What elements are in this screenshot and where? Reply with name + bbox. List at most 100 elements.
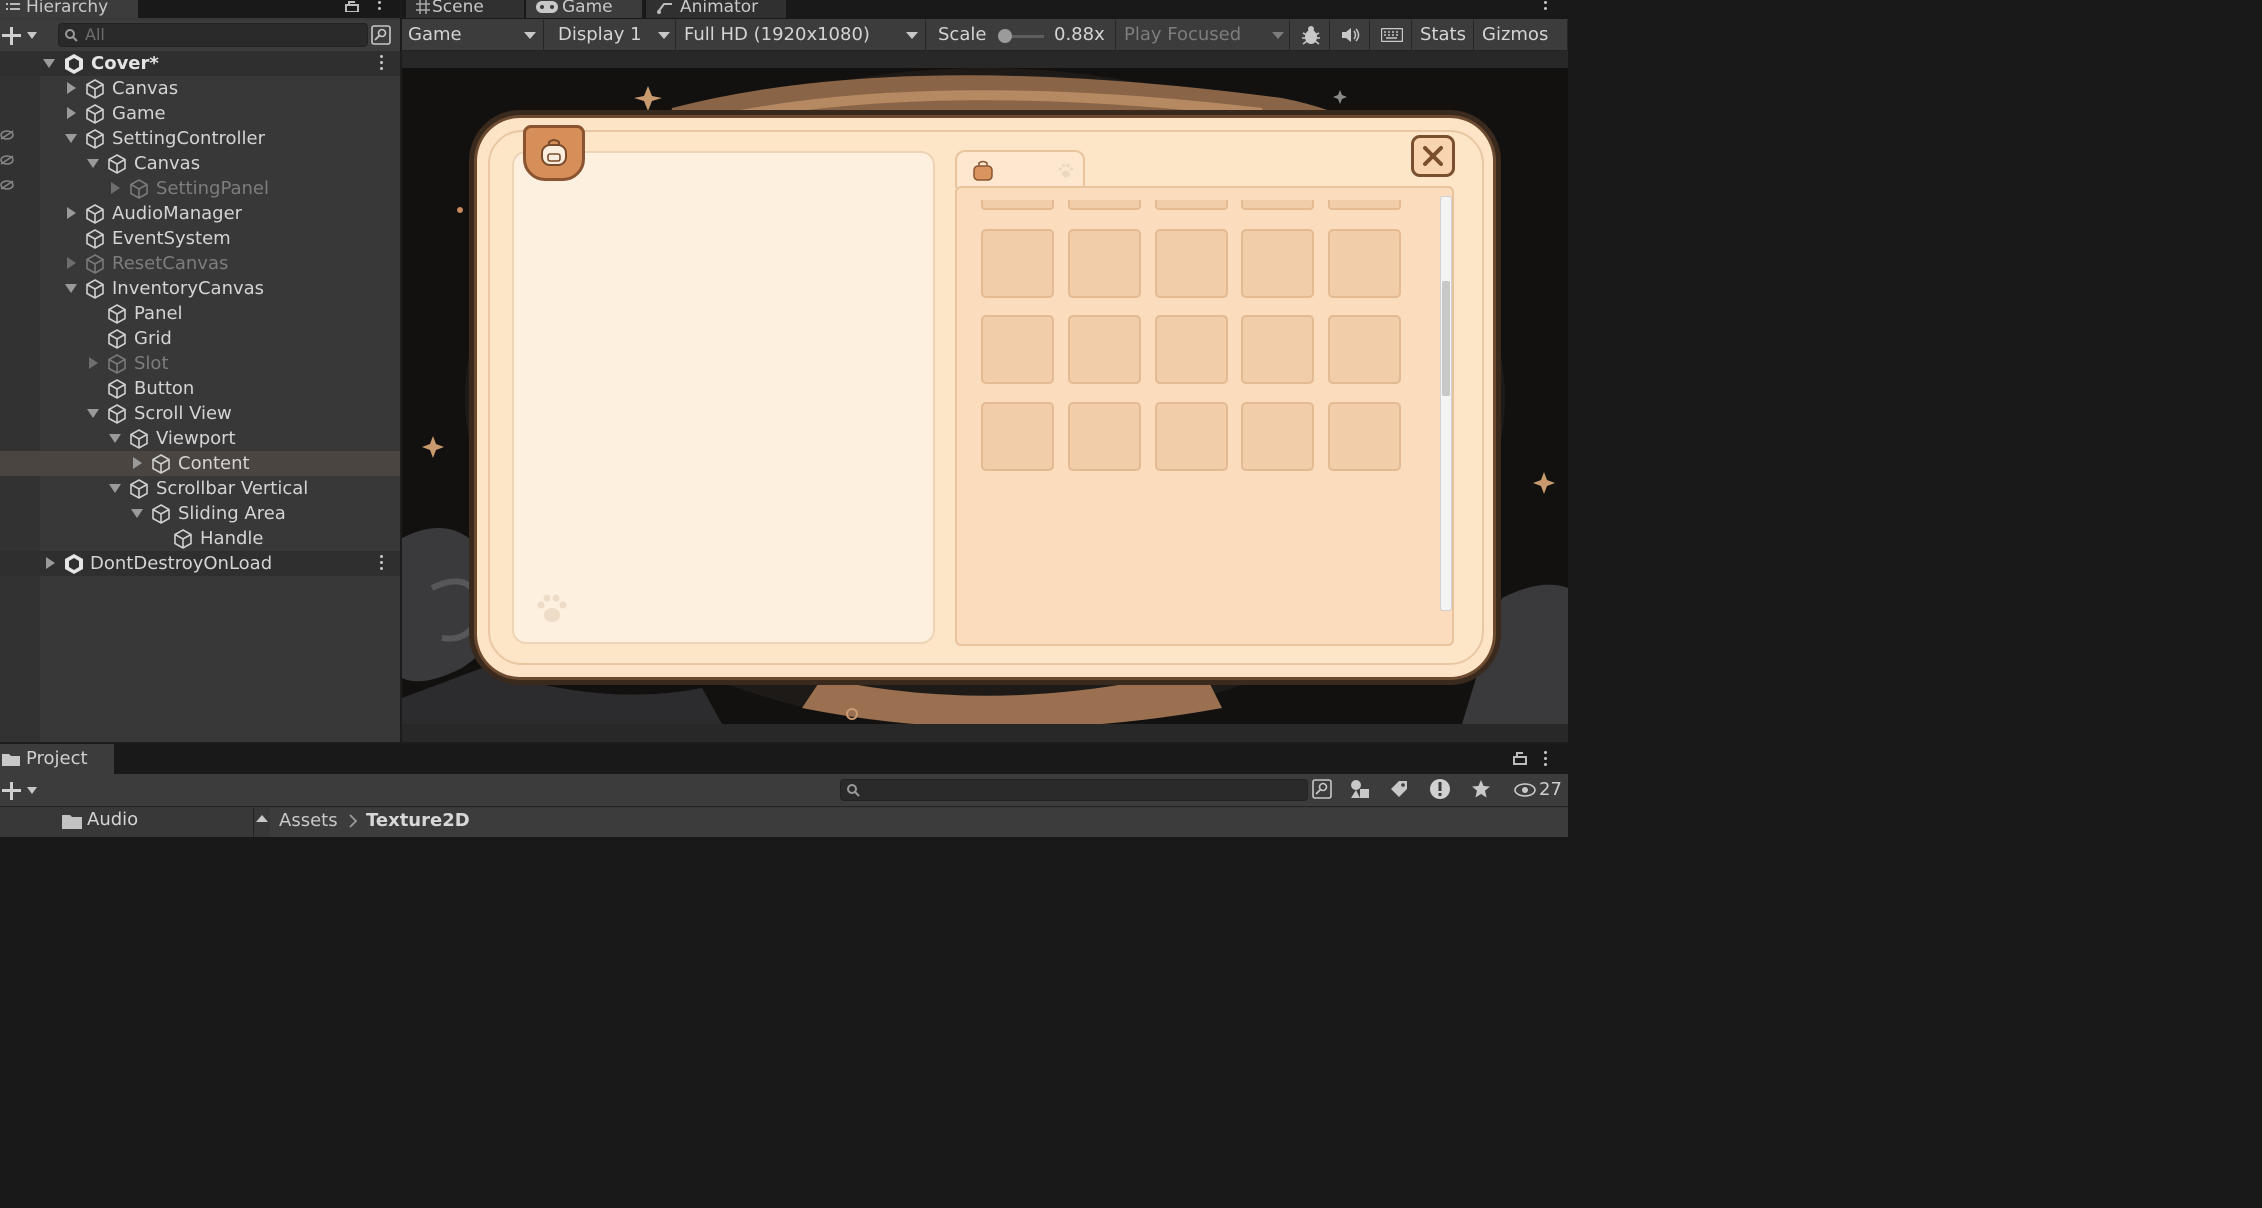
inventory-close-button[interactable] [1411, 135, 1455, 177]
inventory-tab-bag[interactable] [955, 150, 1085, 188]
expand-arrow-icon[interactable] [111, 182, 120, 194]
favorite-star-icon[interactable] [1471, 779, 1491, 799]
inventory-slot[interactable] [1068, 229, 1141, 298]
filter-by-type-icon[interactable] [1350, 779, 1370, 799]
project-search-input[interactable] [840, 779, 1308, 801]
expand-arrow-icon[interactable] [89, 357, 98, 369]
lock-icon[interactable] [1513, 751, 1527, 765]
inventory-slot[interactable] [981, 200, 1054, 210]
expand-arrow-icon[interactable] [87, 409, 99, 418]
expand-arrow-icon[interactable] [67, 82, 76, 94]
inventory-slot[interactable] [1328, 402, 1401, 471]
inventory-slot[interactable] [981, 402, 1054, 471]
expand-arrow-icon[interactable] [67, 107, 76, 119]
hierarchy-item-game[interactable]: Game [0, 101, 400, 126]
tab-game[interactable]: Game [526, 0, 642, 18]
resolution-select[interactable]: Full HD (1920x1080) [678, 20, 926, 50]
create-dropdown-icon[interactable] [27, 32, 37, 39]
gizmos-button[interactable]: Gizmos [1476, 20, 1568, 50]
scale-slider-thumb[interactable] [998, 29, 1012, 43]
inventory-slot[interactable] [1068, 200, 1141, 210]
hierarchy-item-audiomanager[interactable]: AudioManager [0, 201, 400, 226]
filter-by-label-icon[interactable] [1390, 780, 1408, 798]
create-plus-icon[interactable] [2, 27, 22, 45]
expand-arrow-icon[interactable] [133, 457, 142, 469]
create-dropdown-icon[interactable] [27, 787, 37, 794]
expand-arrow-icon[interactable] [109, 484, 121, 493]
inventory-slot[interactable] [1068, 402, 1141, 471]
scene-search-icon[interactable] [1312, 779, 1332, 799]
inventory-slot[interactable] [1155, 402, 1228, 471]
expand-arrow-icon[interactable] [65, 134, 77, 143]
hierarchy-item-scrollview[interactable]: Scroll View [0, 401, 400, 426]
inventory-slot[interactable] [981, 315, 1054, 384]
mute-audio-button[interactable] [1332, 20, 1370, 50]
hierarchy-item-slot[interactable]: Slot [0, 351, 400, 376]
stats-button[interactable]: Stats [1414, 20, 1474, 50]
create-plus-icon[interactable] [2, 782, 22, 800]
inventory-slot[interactable] [1328, 315, 1401, 384]
hierarchy-item-inventorycanvas[interactable]: InventoryCanvas [0, 276, 400, 301]
expand-arrow-icon[interactable] [67, 257, 76, 269]
hierarchy-item-sliding-area[interactable]: Sliding Area [0, 501, 400, 526]
lock-icon[interactable] [345, 0, 359, 12]
tree-scroll-up-icon[interactable] [256, 815, 268, 822]
inventory-slot[interactable] [1328, 229, 1401, 298]
hierarchy-item-content[interactable]: Content [0, 451, 400, 476]
hierarchy-tab[interactable]: Hierarchy [0, 0, 138, 18]
debug-bug-button[interactable] [1292, 20, 1330, 50]
hierarchy-item-handle[interactable]: Handle [0, 526, 400, 551]
inventory-slot[interactable] [1241, 200, 1314, 210]
inventory-scrollbar[interactable] [1440, 196, 1452, 611]
inventory-slot[interactable] [1155, 229, 1228, 298]
hierarchy-item-canvas-child[interactable]: Canvas [0, 151, 400, 176]
scene-search-icon[interactable] [371, 25, 391, 45]
expand-arrow-icon[interactable] [109, 434, 121, 443]
hierarchy-item-settingpanel[interactable]: SettingPanel [0, 176, 400, 201]
inventory-slot[interactable] [1241, 402, 1314, 471]
project-menu-icon[interactable] [1544, 751, 1548, 769]
project-tab[interactable]: Project [0, 744, 114, 774]
inventory-slot[interactable] [1241, 229, 1314, 298]
hierarchy-item-eventsystem[interactable]: EventSystem [0, 226, 400, 251]
expand-arrow-icon[interactable] [87, 159, 99, 168]
game-menu-icon[interactable] [1544, 1, 1548, 13]
folder-item-audio[interactable]: Audio [0, 808, 254, 834]
inventory-slot[interactable] [1328, 200, 1401, 210]
breadcrumb-texture2d[interactable]: Texture2D [366, 810, 470, 831]
inventory-slot[interactable] [1155, 200, 1228, 210]
expand-arrow-icon[interactable] [43, 59, 55, 68]
hierarchy-item-button[interactable]: Button [0, 376, 400, 401]
inventory-slot[interactable] [1241, 315, 1314, 384]
hierarchy-scene-dontdestroyonload[interactable]: DontDestroyOnLoad [0, 551, 400, 576]
tab-animator[interactable]: Animator [646, 0, 786, 18]
inventory-slot[interactable] [1155, 315, 1228, 384]
hierarchy-item-canvas[interactable]: Canvas [0, 76, 400, 101]
warning-icon[interactable] [1429, 778, 1451, 800]
eye-icon[interactable] [1514, 783, 1536, 797]
shortcuts-button[interactable] [1372, 20, 1412, 50]
hierarchy-item-grid[interactable]: Grid [0, 326, 400, 351]
tab-scene[interactable]: Scene [406, 0, 524, 18]
inventory-slot[interactable] [981, 229, 1054, 298]
expand-arrow-icon[interactable] [131, 509, 143, 518]
hierarchy-item-resetcanvas[interactable]: ResetCanvas [0, 251, 400, 276]
hierarchy-item-panel[interactable]: Panel [0, 301, 400, 326]
inventory-scrollbar-handle[interactable] [1442, 281, 1450, 396]
expand-arrow-icon[interactable] [65, 284, 77, 293]
view-select[interactable]: Game [402, 20, 544, 50]
inventory-slot[interactable] [1068, 315, 1141, 384]
breadcrumb-assets[interactable]: Assets [279, 810, 338, 831]
scene-menu-icon[interactable] [380, 555, 384, 573]
scene-menu-icon[interactable] [380, 55, 384, 73]
play-mode-select[interactable]: Play Focused [1118, 20, 1290, 50]
hierarchy-menu-icon[interactable] [378, 1, 382, 13]
hierarchy-search-input[interactable]: All [58, 23, 368, 47]
display-select[interactable]: Display 1 [546, 20, 676, 50]
expand-arrow-icon[interactable] [67, 207, 76, 219]
expand-arrow-icon[interactable] [46, 557, 55, 569]
hierarchy-item-viewport[interactable]: Viewport [0, 426, 400, 451]
hierarchy-item-settingcontroller[interactable]: SettingController [0, 126, 400, 151]
hierarchy-item-scrollbar-vertical[interactable]: Scrollbar Vertical [0, 476, 400, 501]
hierarchy-scene-cover[interactable]: Cover* [0, 51, 400, 76]
